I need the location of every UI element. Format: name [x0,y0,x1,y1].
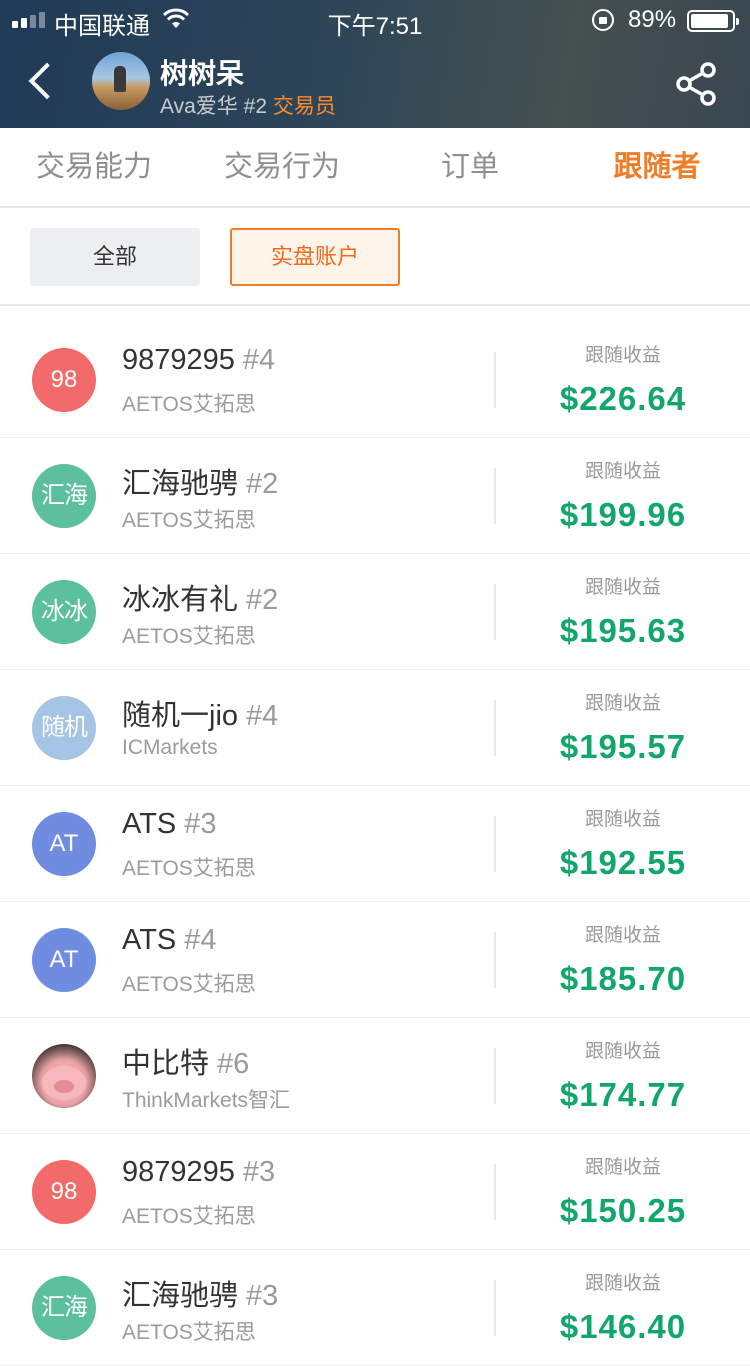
follower-avatar: 98 [32,1160,96,1224]
trader-role: 交易员 [272,95,336,118]
tab-followers[interactable]: 跟随者 [564,128,750,206]
follow-profit-label: 跟随收益 [584,693,661,714]
follow-profit-label: 跟随收益 [584,345,661,366]
follow-profit-value: $199.96 [559,496,687,533]
follow-profit-value: $146.40 [559,1308,687,1345]
follower-name-line: 9879295 #3 [122,1156,275,1189]
trader-rank: #2 [243,95,268,118]
status-bar: 中国联通 下午7:51 89% [0,0,750,40]
follower-name: 中比特 [122,1048,210,1080]
follower-name: 汇海驰骋 [122,1280,239,1312]
follower-name-line: 冰冰有礼 #2 [122,576,278,618]
follower-name-line: ATS #3 [122,808,217,841]
follower-rank: #2 [246,584,279,616]
follower-row[interactable]: 中比特 #6 ThinkMarkets智汇 跟随收益 $174.77 [0,1018,750,1134]
follower-name-line: 9879295 #4 [122,344,275,377]
follower-broker: AETOS艾拓思 [122,509,256,532]
follower-avatar: 汇海 [32,464,96,528]
trader-avatar [92,52,150,110]
follower-avatar: AT [32,928,96,992]
follower-name: ATS [122,924,177,956]
follow-profit-label: 跟随收益 [584,809,661,830]
tab-bar: 交易能力 交易行为 订单 跟随者 [0,128,750,208]
follower-avatar: 98 [32,348,96,412]
follow-profit-value: $185.70 [559,960,687,997]
follower-avatar: AT [32,812,96,876]
follower-row[interactable]: AT ATS #4 AETOS艾拓思 跟随收益 $185.70 [0,902,750,1018]
follower-name: 随机一jio [122,700,239,732]
trader-subtitle: Ava爱华 #2 交易员 [160,90,336,120]
follower-rank: #3 [242,1156,276,1188]
follow-profit-value: $174.77 [559,1076,687,1113]
filter-live-account-button[interactable]: 实盘账户 [230,228,400,286]
follower-broker: ThinkMarkets智汇 [122,1089,291,1112]
back-button[interactable] [22,60,62,104]
follower-row[interactable]: 冰冰 冰冰有礼 #2 AETOS艾拓思 跟随收益 $195.63 [0,554,750,670]
battery-icon [687,10,739,32]
tab-trading-behavior[interactable]: 交易行为 [188,128,376,206]
follow-profit-value: $226.64 [559,380,687,417]
pig-avatar-icon [32,1044,96,1108]
follower-rank: #3 [184,808,217,840]
follower-name: ATS [122,808,177,840]
follower-rank: #3 [246,1280,279,1312]
follower-row[interactable]: 汇海 汇海驰骋 #2 AETOS艾拓思 跟随收益 $199.96 [0,438,750,554]
share-icon[interactable] [672,60,720,108]
follower-name-line: ATS #4 [122,924,217,957]
follower-broker: AETOS艾拓思 [122,625,256,648]
follow-profit-value: $150.25 [559,1192,687,1229]
follower-name-line: 汇海驰骋 #3 [122,1272,278,1314]
trader-name: 树树呆 [160,58,245,89]
follow-profit-label: 跟随收益 [584,1157,661,1178]
pig-snout [54,1080,74,1093]
follower-name: 汇海驰骋 [122,468,239,500]
follow-profit-label: 跟随收益 [584,1273,661,1294]
follower-name: 9879295 [122,344,235,376]
tab-orders[interactable]: 订单 [376,128,564,206]
follower-broker: AETOS艾拓思 [122,393,256,416]
follower-avatar: 冰冰 [32,580,96,644]
follower-name: 9879295 [122,1156,235,1188]
follower-broker: AETOS艾拓思 [122,1321,256,1344]
follower-broker: AETOS艾拓思 [122,973,256,996]
follower-row[interactable]: 98 9879295 #4 AETOS艾拓思 跟随收益 $226.64 [0,322,750,438]
filter-all-button[interactable]: 全部 [30,228,200,286]
trader-header: 中国联通 下午7:51 89% 树树呆 Ava爱华 #2 交易员 [0,0,750,128]
follower-broker: AETOS艾拓思 [122,1205,256,1228]
follow-profit-value: $195.63 [559,612,687,649]
follower-rank: #4 [246,700,279,732]
follower-name-line: 随机一jio #4 [122,692,278,734]
follower-name: 冰冰有礼 [122,584,239,616]
follower-broker: AETOS艾拓思 [122,857,256,880]
follower-avatar: 汇海 [32,1276,96,1340]
follow-profit-label: 跟随收益 [584,461,661,482]
follow-profit-label: 跟随收益 [584,925,661,946]
filter-bar: 全部 实盘账户 [0,208,750,306]
follower-broker: ICMarkets [122,736,218,759]
follower-name-line: 汇海驰骋 #2 [122,460,278,502]
follower-rank: #2 [246,468,279,500]
follower-row[interactable]: 汇海 汇海驰骋 #3 AETOS艾拓思 跟随收益 $146.40 [0,1250,750,1366]
follow-profit-label: 跟随收益 [584,1041,661,1062]
follower-row[interactable]: 随机 随机一jio #4 ICMarkets 跟随收益 $195.57 [0,670,750,786]
follower-rank: #4 [242,344,276,376]
follower-rank: #6 [217,1048,250,1080]
tab-trading-ability[interactable]: 交易能力 [0,128,188,206]
follow-profit-value: $192.55 [559,844,687,881]
follower-name-line: 中比特 #6 [122,1040,249,1082]
follower-row[interactable]: 98 9879295 #3 AETOS艾拓思 跟随收益 $150.25 [0,1134,750,1250]
follow-profit-label: 跟随收益 [584,577,661,598]
trader-broker: Ava爱华 [160,95,238,118]
follower-avatar: 随机 [32,696,96,760]
follower-list: 98 9879295 #4 AETOS艾拓思 跟随收益 $226.64 汇海 汇海驰骋 #2 AE… [0,322,750,1366]
battery-percent: 89% [628,6,677,33]
follow-profit-value: $195.57 [559,728,687,765]
rotation-lock-icon [592,9,614,31]
follower-rank: #4 [184,924,217,956]
follower-row[interactable]: AT ATS #3 AETOS艾拓思 跟随收益 $192.55 [0,786,750,902]
